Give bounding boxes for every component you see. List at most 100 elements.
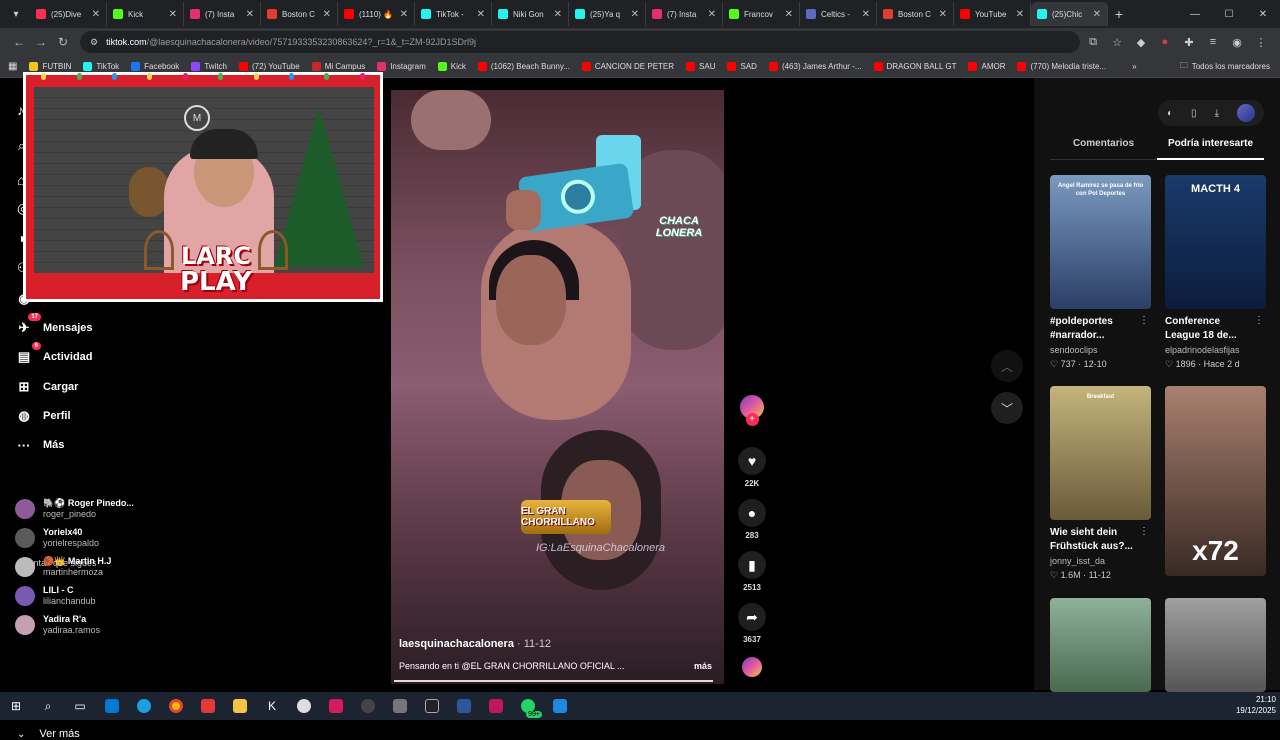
- profile-icon[interactable]: ◉: [1226, 31, 1248, 53]
- share-button[interactable]: ➦ 3637: [737, 603, 767, 644]
- avatar[interactable]: [15, 528, 35, 548]
- app-red-icon[interactable]: [192, 692, 224, 720]
- minimize-icon[interactable]: —: [1178, 0, 1212, 28]
- system-clock[interactable]: 21:10 19/12/2025: [1236, 694, 1276, 716]
- browser-tab[interactable]: Celtics - ✕: [800, 2, 877, 26]
- progress-bar[interactable]: [394, 680, 713, 682]
- browser-tab[interactable]: (1110) 🔥 ✕: [338, 2, 415, 26]
- device-icon[interactable]: ▯: [1191, 108, 1197, 119]
- app-blue-icon[interactable]: [544, 692, 576, 720]
- sidebar-item-cargar[interactable]: ⊞ Cargar: [15, 378, 79, 396]
- app-pink-icon[interactable]: [320, 692, 352, 720]
- sidebar-item-actividad[interactable]: ▤ 6 Actividad: [15, 342, 93, 366]
- card-more-icon[interactable]: ⋮: [1254, 315, 1264, 326]
- bookmark-item[interactable]: SAU: [686, 62, 715, 71]
- sidebar-item-más[interactable]: ··· Más: [15, 436, 65, 454]
- tab-close-icon[interactable]: ✕: [477, 9, 485, 20]
- search-taskbar-icon[interactable]: ⌕: [32, 692, 64, 720]
- whatsapp-icon[interactable]: 99+: [512, 692, 544, 720]
- save-button[interactable]: ▮ 2513: [737, 551, 767, 592]
- media-icon[interactable]: ≡: [1202, 31, 1224, 53]
- tab-close-icon[interactable]: ✕: [554, 9, 562, 20]
- video-thumbnail[interactable]: Breakfast: [1050, 386, 1151, 520]
- windows-start-icon[interactable]: ⊞: [0, 692, 32, 720]
- file-explorer-icon[interactable]: [224, 692, 256, 720]
- bookmark-item[interactable]: DRAGON BALL GT: [873, 62, 956, 71]
- followed-account[interactable]: Yorielx40 yorielrespaldo: [15, 527, 99, 549]
- tab-close-icon[interactable]: ✕: [246, 9, 254, 20]
- calculator-icon[interactable]: [384, 692, 416, 720]
- bookmark-item[interactable]: (1062) Beach Bunny...: [477, 62, 570, 71]
- bookmark-item[interactable]: Twitch: [191, 62, 227, 71]
- app-dark-icon[interactable]: [416, 692, 448, 720]
- follow-plus-icon[interactable]: +: [745, 413, 759, 426]
- browser-tab[interactable]: TikTok - ✕: [415, 2, 492, 26]
- video-thumbnail[interactable]: MACTH 4: [1165, 175, 1266, 309]
- card-author[interactable]: sendooclips: [1050, 345, 1151, 355]
- extension-red-icon[interactable]: ●: [1154, 31, 1176, 53]
- avatar[interactable]: [15, 586, 35, 606]
- bookmark-item[interactable]: FUTBIN: [29, 62, 71, 71]
- url-field[interactable]: ⚙ tiktok.com /@laesquinachacalonera/vide…: [80, 31, 1080, 53]
- browser-tab[interactable]: Francov ✕: [723, 2, 800, 26]
- app-cloud-icon[interactable]: [288, 692, 320, 720]
- video-thumbnail[interactable]: x72: [1165, 386, 1266, 576]
- avatar[interactable]: [15, 499, 35, 519]
- tab-close-icon[interactable]: ✕: [400, 9, 408, 20]
- user-avatar[interactable]: [1236, 104, 1255, 122]
- apps-icon[interactable]: ▦: [8, 61, 17, 72]
- author-avatar-button[interactable]: +: [737, 395, 767, 426]
- card-more-icon[interactable]: ⋮: [1139, 315, 1149, 326]
- extension-icon[interactable]: ◆: [1130, 31, 1152, 53]
- followed-account[interactable]: Yadira R'a yadiraa.ramos: [15, 614, 100, 636]
- back-icon[interactable]: ←: [8, 31, 30, 53]
- app-magenta-icon[interactable]: [480, 692, 512, 720]
- recommended-video-card[interactable]: Breakfast Wie sieht dein Frühstück aus?..…: [1050, 386, 1151, 581]
- recommended-video-card[interactable]: MACTH 4 Conference League 18 de... ⋮ elpadr…: [1165, 175, 1266, 370]
- card-author[interactable]: jonny_isst_da: [1050, 556, 1151, 566]
- video-thumbnail[interactable]: Angel Ramírez se pasa de frío con Pol De…: [1050, 175, 1151, 309]
- video-thumbnail[interactable]: [1165, 598, 1266, 692]
- site-info-icon[interactable]: ⚙: [90, 37, 98, 48]
- tab-close-icon[interactable]: ✕: [1093, 9, 1101, 20]
- tab-close-icon[interactable]: ✕: [708, 9, 716, 20]
- video-author[interactable]: laesquinachacalonera · 11-12: [399, 638, 551, 650]
- more-link[interactable]: más: [694, 661, 712, 671]
- tab-recommended[interactable]: Podría interesarte: [1157, 138, 1264, 160]
- close-window-icon[interactable]: ✕: [1246, 0, 1280, 28]
- followed-account[interactable]: 🏀👑 Martin H.J martinhermoza: [15, 556, 111, 578]
- tab-close-icon[interactable]: ✕: [939, 9, 947, 20]
- like-button[interactable]: ♥ 22K: [737, 447, 767, 488]
- bookmark-item[interactable]: Facebook: [131, 62, 179, 71]
- browser-tab[interactable]: (25)Chic ✕: [1031, 2, 1108, 26]
- recommended-video-card[interactable]: [1050, 598, 1151, 692]
- tab-comments[interactable]: Comentarios: [1050, 138, 1157, 160]
- tab-search-icon[interactable]: ▾: [6, 4, 26, 24]
- browser-tab[interactable]: Kick ✕: [107, 2, 184, 26]
- recommended-video-card[interactable]: Angel Ramírez se pasa de frío con Pol De…: [1050, 175, 1151, 370]
- forward-icon[interactable]: →: [30, 31, 52, 53]
- next-video-button[interactable]: ﹀: [991, 392, 1023, 424]
- tab-close-icon[interactable]: ✕: [785, 9, 793, 20]
- bookmark-item[interactable]: CANCION DE PETER: [581, 62, 674, 71]
- bookmark-item[interactable]: (770) Melodía triste...: [1017, 62, 1106, 71]
- bookmark-item[interactable]: Mi Campus: [311, 62, 365, 71]
- recommended-video-card[interactable]: [1165, 598, 1266, 692]
- download-icon[interactable]: ⤓: [1215, 108, 1219, 119]
- card-author[interactable]: elpadrinodelasfijas: [1165, 345, 1266, 355]
- browser-tab[interactable]: (25)Dive ✕: [30, 2, 107, 26]
- see-more-link[interactable]: ⌄ Ver más: [17, 728, 80, 740]
- sidebar-item-perfil[interactable]: ◍ Perfil: [15, 407, 70, 425]
- new-tab-button[interactable]: +: [1108, 3, 1130, 25]
- music-disc-button[interactable]: [737, 657, 767, 677]
- tab-close-icon[interactable]: ✕: [92, 9, 100, 20]
- app-k-icon[interactable]: K: [256, 692, 288, 720]
- bookmark-item[interactable]: TikTok: [83, 62, 119, 71]
- word-icon[interactable]: [448, 692, 480, 720]
- bookmark-star-icon[interactable]: ☆: [1106, 31, 1128, 53]
- browser-tab[interactable]: (7) Insta ✕: [646, 2, 723, 26]
- tab-close-icon[interactable]: ✕: [169, 9, 177, 20]
- tab-close-icon[interactable]: ✕: [323, 9, 331, 20]
- tab-close-icon[interactable]: ✕: [862, 9, 870, 20]
- video-player[interactable]: CHACA LONERA EL GRAN CHORRILLANO IG:LaEs…: [391, 90, 724, 684]
